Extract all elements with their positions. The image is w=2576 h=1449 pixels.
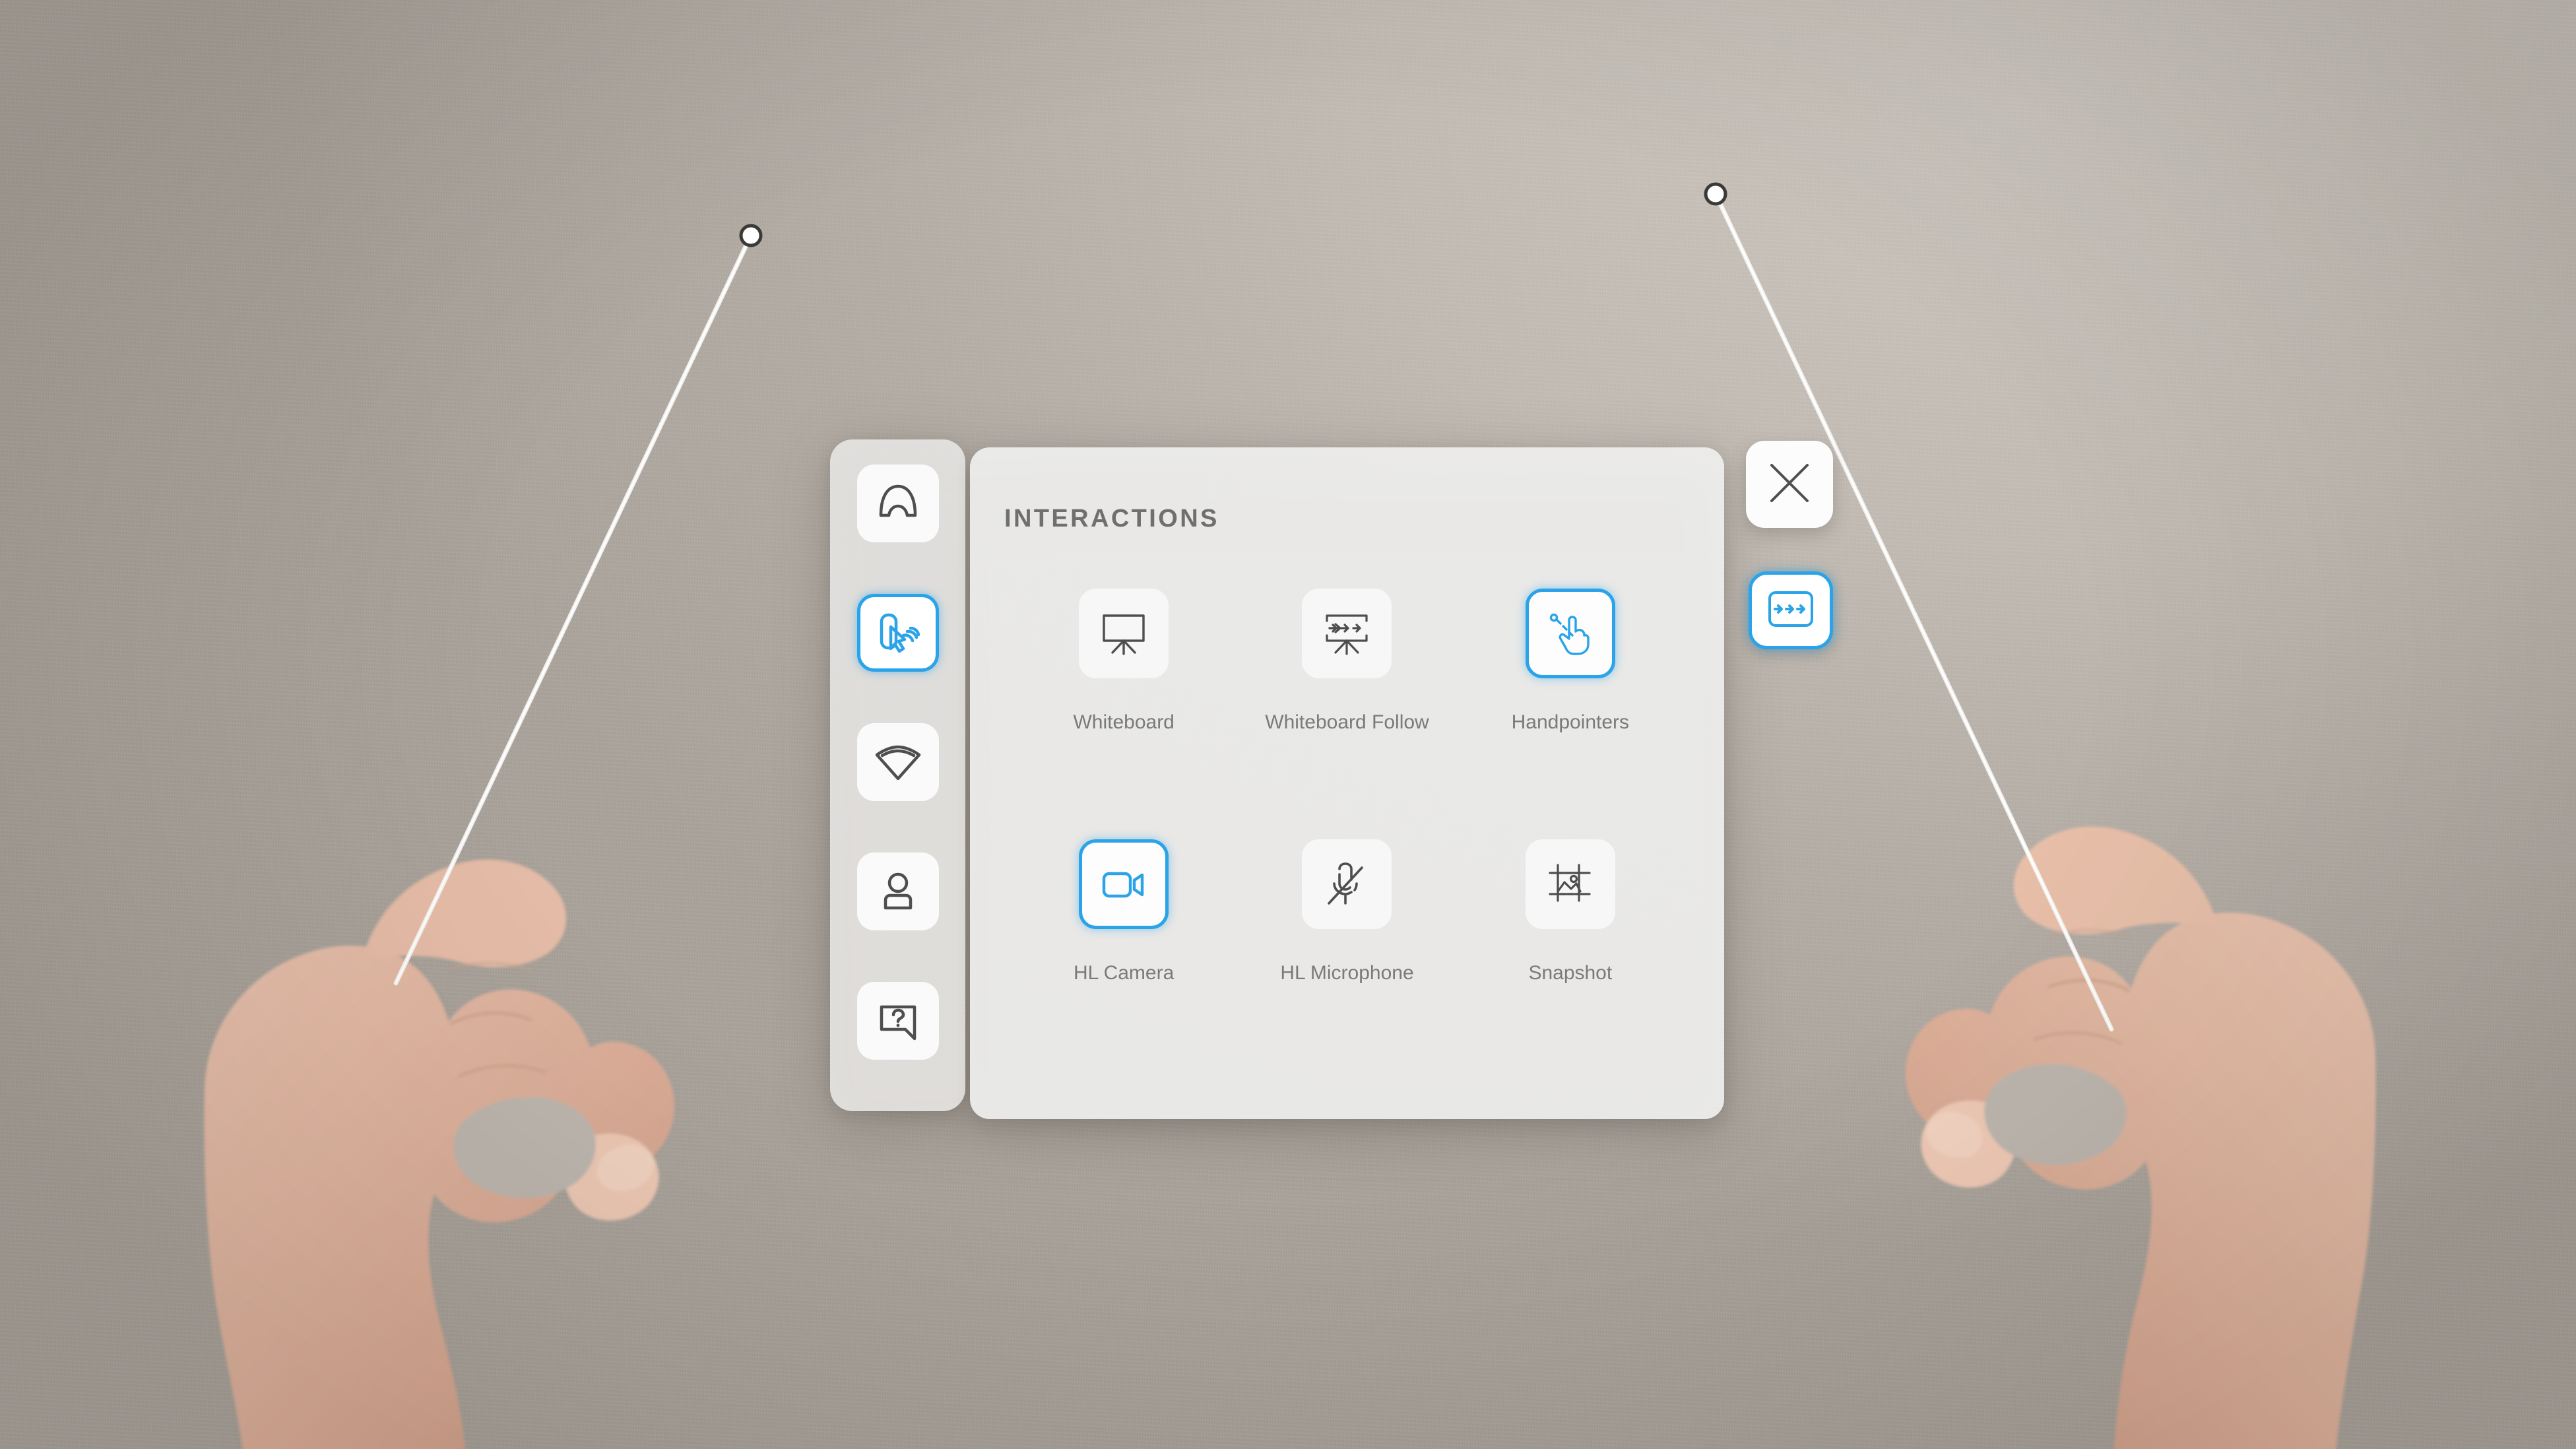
tile-snapshot-button[interactable] (1525, 839, 1615, 929)
microphone-muted-icon (1322, 860, 1371, 909)
tile-label: Snapshot (1528, 962, 1613, 984)
close-button[interactable] (1746, 441, 1833, 528)
tile-label: Handpointers (1511, 711, 1630, 733)
tile-hl-camera[interactable]: HL Camera (1012, 822, 1235, 1073)
sidebar-item-home[interactable] (856, 465, 939, 542)
tile-hl-microphone-button[interactable] (1302, 839, 1392, 929)
whiteboard-follow-icon (1764, 587, 1817, 634)
tile-label: HL Camera (1074, 962, 1175, 984)
sidebar-item-interactions[interactable] (856, 593, 939, 672)
tiles-card: Whiteboard Whiteboard Follow Handpointer… (990, 553, 1704, 1095)
interactions-window: INTERACTIONS Whiteboard Whiteboard Follo… (830, 439, 1724, 1119)
sidebar (830, 439, 965, 1111)
tile-snapshot[interactable]: Snapshot (1459, 822, 1682, 1073)
whiteboard-follow-icon (1321, 608, 1372, 659)
video-camera-icon (1099, 859, 1149, 909)
sidebar-item-profile[interactable] (856, 853, 939, 931)
ar-scene: INTERACTIONS Whiteboard Whiteboard Follo… (0, 0, 2576, 1449)
tile-label: Whiteboard Follow (1265, 711, 1429, 733)
person-icon (875, 868, 921, 915)
handpointer-icon (1546, 609, 1595, 658)
snapshot-icon (1546, 860, 1595, 909)
tile-label: Whiteboard (1073, 711, 1175, 733)
tile-whiteboard-button[interactable] (1079, 589, 1169, 678)
right-hand (1808, 746, 2415, 1449)
wifi-signal-icon (874, 738, 922, 787)
tiles-grid: Whiteboard Whiteboard Follow Handpointer… (990, 553, 1704, 1095)
main-panel: INTERACTIONS Whiteboard Whiteboard Follo… (970, 447, 1724, 1119)
tile-handpointers-button[interactable] (1525, 589, 1615, 678)
tile-hl-microphone[interactable]: HL Microphone (1235, 822, 1458, 1073)
tile-handpointers[interactable]: Handpointers (1459, 571, 1682, 822)
whiteboard-icon (1098, 608, 1149, 659)
left-hand (165, 779, 719, 1449)
help-bubble-icon (875, 998, 921, 1044)
tile-whiteboard[interactable]: Whiteboard (1012, 571, 1235, 822)
whiteboard-follow-toggle[interactable] (1749, 571, 1833, 649)
tile-whiteboard-follow[interactable]: Whiteboard Follow (1235, 571, 1458, 822)
tile-whiteboard-follow-button[interactable] (1302, 589, 1392, 678)
page-title: INTERACTIONS (1004, 505, 1219, 533)
arch-home-icon (874, 480, 922, 527)
sidebar-item-help[interactable] (856, 982, 939, 1060)
sidebar-item-connection[interactable] (856, 723, 939, 802)
tile-hl-camera-button[interactable] (1079, 839, 1169, 929)
hand-tap-icon (873, 608, 923, 658)
left-ray (393, 224, 763, 986)
tile-label: HL Microphone (1280, 962, 1414, 984)
close-x-icon (1765, 459, 1814, 511)
